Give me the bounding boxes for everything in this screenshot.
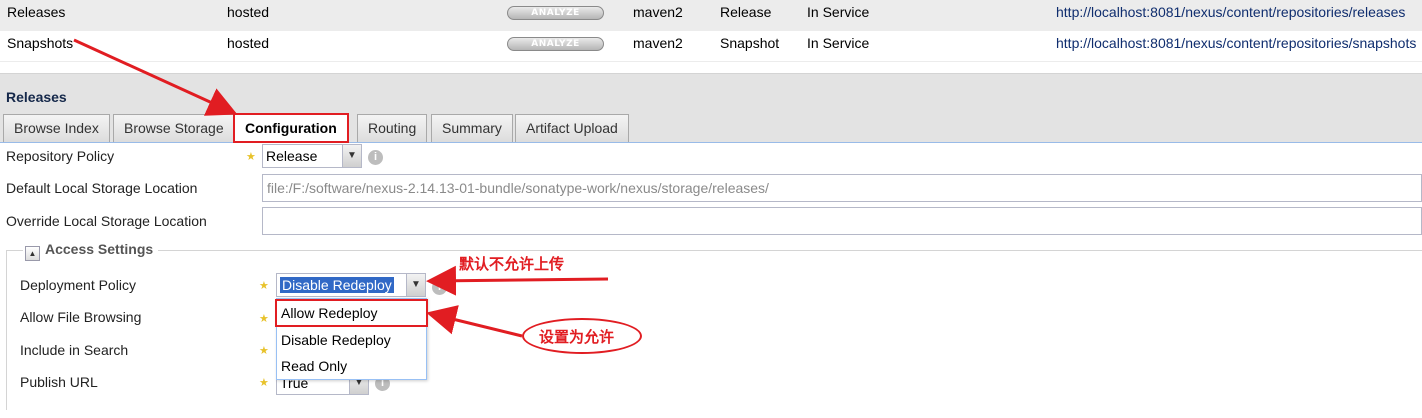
tab-summary[interactable]: Summary <box>431 114 513 142</box>
tab-browse-index[interactable]: Browse Index <box>3 114 110 142</box>
override-storage-label: Override Local Storage Location <box>6 213 207 229</box>
chevron-down-icon[interactable]: ▼ <box>406 274 425 296</box>
repo-type: hosted <box>227 4 270 20</box>
required-star-icon: ★ <box>259 345 269 357</box>
option-read-only[interactable]: Read Only <box>277 353 426 379</box>
set-note-annotation: 设置为允许 <box>539 328 615 346</box>
repo-policy: Release <box>720 4 772 20</box>
required-star-icon: ★ <box>259 280 269 292</box>
chevron-down-icon[interactable]: ▼ <box>342 145 361 167</box>
deployment-policy-label: Deployment Policy <box>20 277 136 293</box>
required-star-icon: ★ <box>246 151 256 163</box>
repository-policy-select[interactable]: Release ▼ <box>262 144 362 168</box>
grid-footer-spacer <box>0 62 1422 74</box>
configuration-form: Repository Policy ★ Release ▼ i Default … <box>0 144 1422 418</box>
access-settings-fieldset: ▲ Access Settings <box>6 241 1422 410</box>
allow-file-browsing-label: Allow File Browsing <box>20 309 142 325</box>
default-storage-label: Default Local Storage Location <box>6 180 198 196</box>
repo-type: hosted <box>227 35 270 51</box>
required-star-icon: ★ <box>259 377 269 389</box>
publish-url-label: Publish URL <box>20 374 98 390</box>
deployment-policy-select[interactable]: Disable Redeploy ▼ <box>276 273 426 297</box>
repo-url-link[interactable]: http://localhost:8081/nexus/content/repo… <box>1056 4 1405 20</box>
deployment-policy-value: Disable Redeploy <box>280 277 394 293</box>
repository-policy-value: Release <box>266 148 318 164</box>
table-row[interactable]: Releases hosted ANALYZE maven2 Release I… <box>0 0 1422 31</box>
option-disable-redeploy[interactable]: Disable Redeploy <box>277 327 426 353</box>
tab-artifact-upload[interactable]: Artifact Upload <box>515 114 629 142</box>
access-settings-legend: ▲ Access Settings <box>23 241 159 261</box>
tab-configuration[interactable]: Configuration <box>233 113 349 143</box>
collapse-icon[interactable]: ▲ <box>25 246 40 261</box>
repo-status: In Service <box>807 4 870 20</box>
repo-url-link[interactable]: http://localhost:8081/nexus/content/repo… <box>1056 35 1416 51</box>
table-row[interactable]: Snapshots hosted ANALYZE maven2 Snapshot… <box>0 31 1422 62</box>
tab-strip: Browse Index Browse Storage Configuratio… <box>0 113 1422 143</box>
help-icon[interactable]: i <box>432 280 447 295</box>
include-in-search-label: Include in Search <box>20 342 129 358</box>
tab-browse-storage[interactable]: Browse Storage <box>113 114 235 142</box>
repo-name: Snapshots <box>7 35 74 51</box>
repo-status: In Service <box>807 35 870 51</box>
default-note-annotation: 默认不允许上传 <box>459 255 565 273</box>
help-icon[interactable]: i <box>368 150 383 165</box>
panel-header: Releases <box>0 74 1422 114</box>
repository-policy-label: Repository Policy <box>6 148 115 164</box>
default-storage-field[interactable]: file:/F:/software/nexus-2.14.13-01-bundl… <box>262 174 1422 202</box>
analyze-button[interactable]: ANALYZE <box>507 37 604 51</box>
repository-grid: Releases hosted ANALYZE maven2 Release I… <box>0 0 1422 62</box>
required-star-icon: ★ <box>259 313 269 325</box>
repo-policy: Snapshot <box>720 35 780 51</box>
repo-format: maven2 <box>633 35 683 51</box>
panel-title: Releases <box>6 89 67 105</box>
override-storage-field[interactable] <box>262 207 1422 235</box>
allow-redeploy-highlight <box>275 299 428 327</box>
tab-routing[interactable]: Routing <box>357 114 428 142</box>
repo-format: maven2 <box>633 4 683 20</box>
analyze-button[interactable]: ANALYZE <box>507 6 604 20</box>
repo-name: Releases <box>7 4 66 20</box>
